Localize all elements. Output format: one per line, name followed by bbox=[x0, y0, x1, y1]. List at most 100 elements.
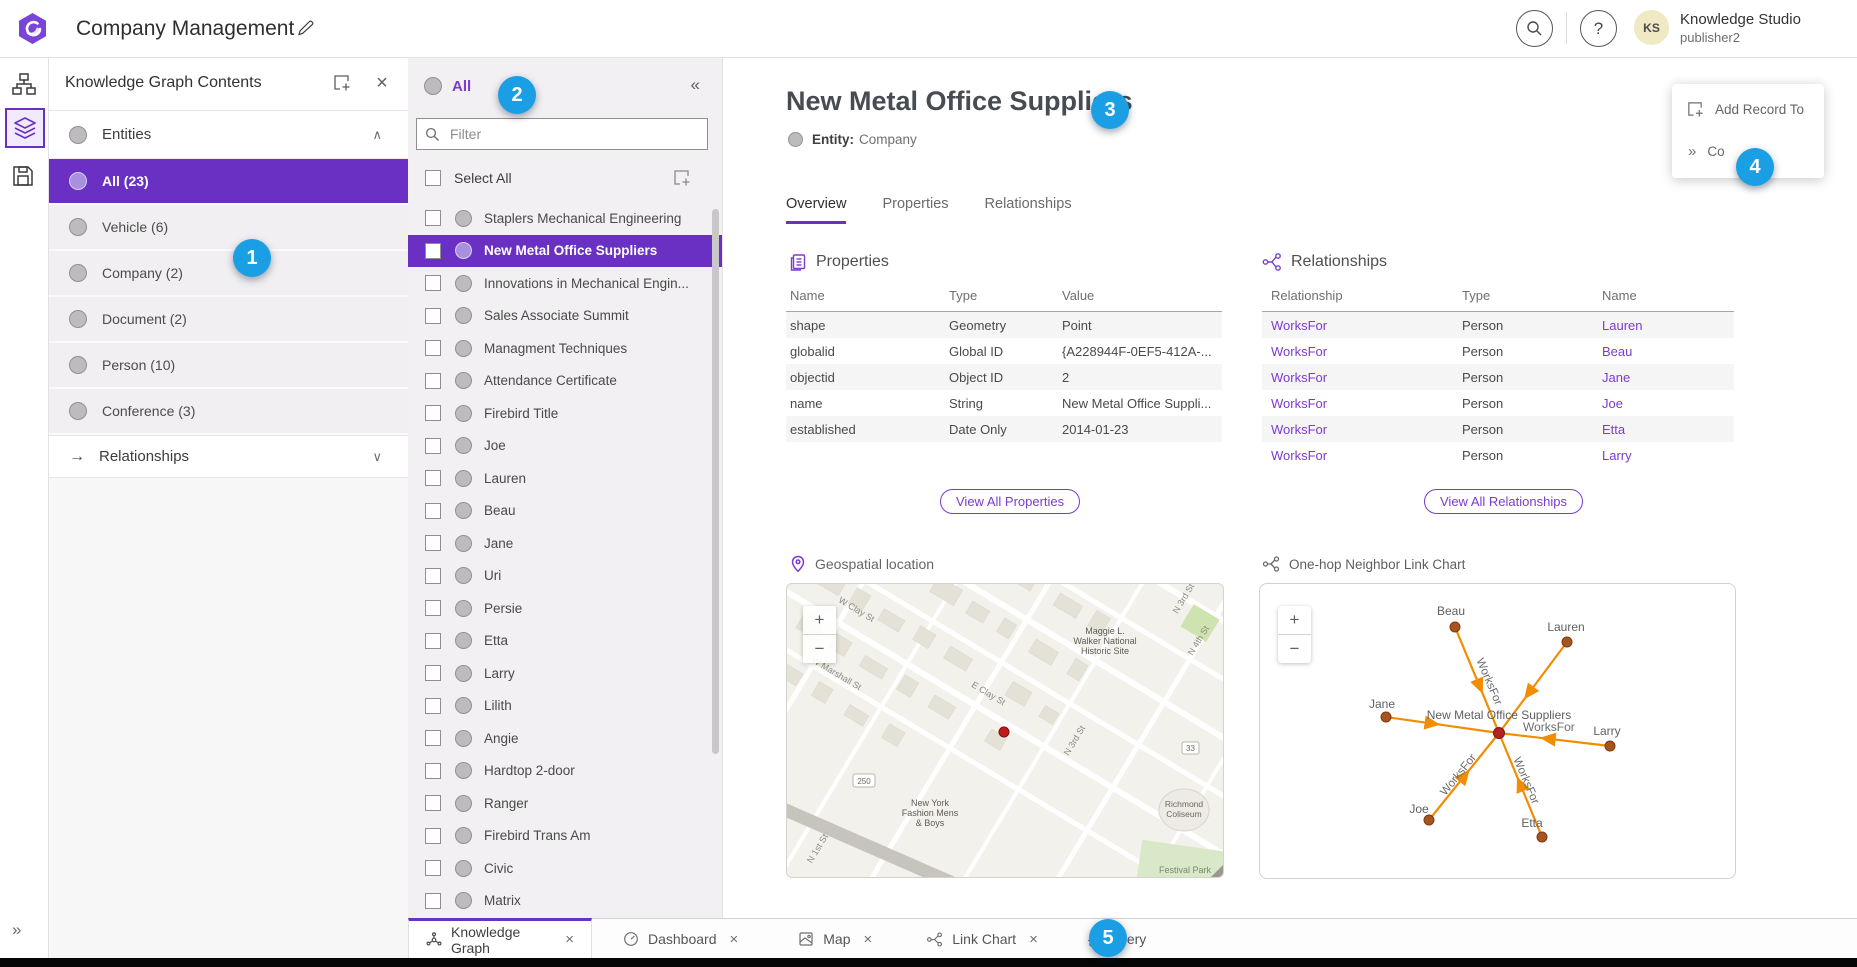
node-joe[interactable] bbox=[1424, 815, 1434, 825]
property-row[interactable]: nameStringNew Metal Office Suppli... bbox=[786, 390, 1222, 416]
item-checkbox[interactable] bbox=[425, 665, 441, 681]
relationship-row[interactable]: WorksForPersonEtta bbox=[1262, 416, 1734, 442]
property-row[interactable]: establishedDate Only2014-01-23 bbox=[786, 416, 1222, 442]
node-etta[interactable] bbox=[1537, 832, 1547, 842]
property-row[interactable]: shapeGeometryPoint bbox=[786, 312, 1222, 338]
property-row[interactable]: objectidObject ID2 bbox=[786, 364, 1222, 390]
list-item[interactable]: Etta bbox=[408, 625, 722, 658]
item-checkbox[interactable] bbox=[425, 243, 441, 259]
list-item[interactable]: Sales Associate Summit bbox=[408, 300, 722, 333]
item-checkbox[interactable] bbox=[425, 828, 441, 844]
item-checkbox[interactable] bbox=[425, 633, 441, 649]
list-item[interactable]: Innovations in Mechanical Engin... bbox=[408, 267, 722, 300]
list-item[interactable]: Matrix bbox=[408, 885, 722, 918]
item-checkbox[interactable] bbox=[425, 308, 441, 324]
item-checkbox[interactable] bbox=[425, 470, 441, 486]
list-item[interactable]: Firebird Title bbox=[408, 397, 722, 430]
filter-input[interactable] bbox=[448, 125, 707, 143]
item-checkbox[interactable] bbox=[425, 503, 441, 519]
list-item[interactable]: Managment Techniques bbox=[408, 332, 722, 365]
close-tab-icon[interactable]: × bbox=[864, 931, 873, 948]
property-row[interactable]: globalidGlobal ID{A228944F-0EF5-412A-... bbox=[786, 338, 1222, 364]
entity-type-document[interactable]: Document (2) bbox=[48, 297, 408, 343]
menu-item-add-record-to[interactable]: Add Record To bbox=[1672, 92, 1824, 126]
list-item[interactable]: Firebird Trans Am bbox=[408, 820, 722, 853]
select-all-checkbox[interactable] bbox=[425, 170, 441, 186]
view-tab-knowledge-graph[interactable]: Knowledge Graph × bbox=[408, 918, 592, 958]
chevron-up-icon[interactable]: ∧ bbox=[372, 127, 382, 143]
node-larry[interactable] bbox=[1605, 741, 1615, 751]
list-item[interactable]: Angie bbox=[408, 722, 722, 755]
entity-type-vehicle[interactable]: Vehicle (6) bbox=[48, 205, 408, 251]
close-panel-icon[interactable]: × bbox=[372, 73, 392, 93]
list-item[interactable]: Jane bbox=[408, 527, 722, 560]
list-header-all[interactable]: All bbox=[424, 77, 471, 95]
list-item[interactable]: Staplers Mechanical Engineering bbox=[408, 202, 722, 235]
list-item[interactable]: Persie bbox=[408, 592, 722, 625]
zoom-in-button[interactable]: + bbox=[803, 606, 836, 635]
entities-section-header[interactable]: Entities ∧ bbox=[48, 111, 408, 159]
item-checkbox[interactable] bbox=[425, 860, 441, 876]
list-item[interactable]: Hardtop 2-door bbox=[408, 755, 722, 788]
item-checkbox[interactable] bbox=[425, 698, 441, 714]
item-checkbox[interactable] bbox=[425, 535, 441, 551]
zoom-out-button[interactable]: − bbox=[803, 635, 836, 663]
node-jane[interactable] bbox=[1381, 712, 1391, 722]
list-item[interactable]: Lauren bbox=[408, 462, 722, 495]
list-item[interactable]: Lilith bbox=[408, 690, 722, 723]
view-all-properties-button[interactable]: View All Properties bbox=[940, 489, 1080, 514]
onehop-link-chart[interactable]: WorksFor WorksFor WorksFor WorksFor Beau… bbox=[1259, 583, 1736, 879]
item-checkbox[interactable] bbox=[425, 340, 441, 356]
zoom-out-button[interactable]: − bbox=[1278, 635, 1311, 663]
item-checkbox[interactable] bbox=[425, 795, 441, 811]
close-tab-icon[interactable]: × bbox=[565, 931, 574, 948]
expand-rail-icon[interactable]: » bbox=[12, 920, 21, 940]
list-item[interactable]: Attendance Certificate bbox=[408, 365, 722, 398]
list-item[interactable]: Ranger bbox=[408, 787, 722, 820]
chevron-down-icon[interactable]: ∨ bbox=[372, 449, 382, 465]
node-center[interactable] bbox=[1494, 728, 1505, 739]
view-tab-link-chart[interactable]: Link Chart × bbox=[909, 919, 1055, 959]
relationship-row[interactable]: WorksForPersonJoe bbox=[1262, 390, 1734, 416]
list-item[interactable]: Joe bbox=[408, 430, 722, 463]
item-checkbox[interactable] bbox=[425, 405, 441, 421]
view-tab-dashboard[interactable]: Dashboard × bbox=[606, 919, 755, 959]
user-avatar[interactable]: KS bbox=[1634, 10, 1669, 45]
list-item[interactable]: Uri bbox=[408, 560, 722, 593]
item-checkbox[interactable] bbox=[425, 438, 441, 454]
add-record-icon[interactable] bbox=[332, 73, 352, 93]
list-item-selected[interactable]: New Metal Office Suppliers bbox=[408, 235, 722, 268]
item-checkbox[interactable] bbox=[425, 893, 441, 909]
item-checkbox[interactable] bbox=[425, 210, 441, 226]
add-record-icon[interactable] bbox=[672, 168, 692, 188]
tab-relationships[interactable]: Relationships bbox=[985, 196, 1072, 224]
node-lauren[interactable] bbox=[1562, 637, 1572, 647]
list-item[interactable]: Larry bbox=[408, 657, 722, 690]
list-item[interactable]: Civic bbox=[408, 852, 722, 885]
relationship-row[interactable]: WorksForPersonLauren bbox=[1262, 312, 1734, 338]
close-tab-icon[interactable]: × bbox=[730, 931, 739, 948]
close-tab-icon[interactable]: × bbox=[1029, 931, 1038, 948]
item-checkbox[interactable] bbox=[425, 568, 441, 584]
item-checkbox[interactable] bbox=[425, 275, 441, 291]
save-icon[interactable] bbox=[10, 163, 38, 191]
zoom-in-button[interactable]: + bbox=[1278, 606, 1311, 635]
view-all-relationships-button[interactable]: View All Relationships bbox=[1424, 489, 1583, 514]
map-marker[interactable] bbox=[999, 727, 1009, 737]
contents-rail-button[interactable] bbox=[5, 108, 45, 148]
help-button[interactable]: ? bbox=[1580, 10, 1617, 47]
relationship-row[interactable]: WorksForPersonBeau bbox=[1262, 338, 1734, 364]
view-tab-map[interactable]: Map × bbox=[781, 919, 889, 959]
node-beau[interactable] bbox=[1450, 622, 1460, 632]
relationship-row[interactable]: WorksForPersonLarry bbox=[1262, 442, 1734, 468]
relationships-section-header[interactable]: → Relationships ∨ bbox=[48, 435, 408, 478]
entity-type-company[interactable]: Company (2) bbox=[48, 251, 408, 297]
item-checkbox[interactable] bbox=[425, 730, 441, 746]
collapse-panel-icon[interactable]: « bbox=[691, 75, 700, 95]
search-button[interactable] bbox=[1516, 10, 1553, 47]
item-checkbox[interactable] bbox=[425, 373, 441, 389]
item-checkbox[interactable] bbox=[425, 600, 441, 616]
item-checkbox[interactable] bbox=[425, 763, 441, 779]
list-item[interactable]: Beau bbox=[408, 495, 722, 528]
list-scrollbar[interactable] bbox=[712, 209, 719, 754]
